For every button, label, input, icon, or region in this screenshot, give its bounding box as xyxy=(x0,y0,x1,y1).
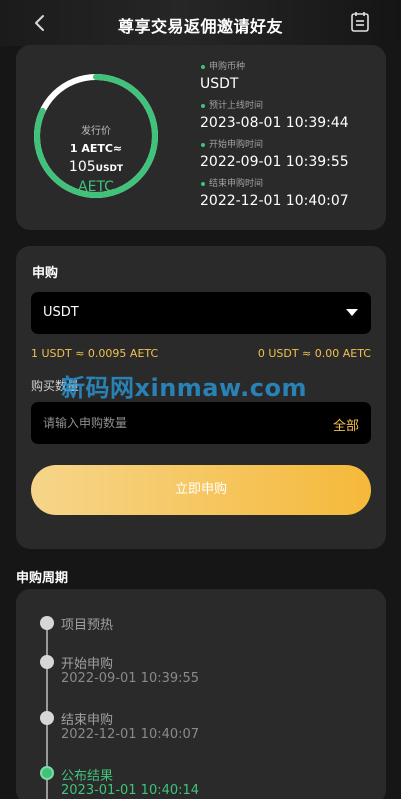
issue-rate-line: 1 AETC≈ xyxy=(69,142,123,155)
exchange-rate-right: 0 USDT ≈ 0.00 AETC xyxy=(257,347,371,360)
info-label: 预计上线时间 xyxy=(200,100,380,112)
timeline-dot xyxy=(40,711,54,725)
quantity-field: 全部 xyxy=(31,402,371,444)
exchange-rate-left: 1 USDT ≈ 0.0095 AETC xyxy=(31,347,159,360)
issue-token-name: AETC xyxy=(78,179,114,195)
info-item-currency: 申购币种 USDT xyxy=(200,61,380,100)
info-item-listing-time: 预计上线时间 2023-08-01 10:39:44 xyxy=(200,100,380,139)
issue-price-label: 发行价 xyxy=(81,126,111,137)
info-label: 申购币种 xyxy=(200,61,380,73)
timeline-dot-active xyxy=(40,766,54,780)
issue-price-value: 105USDT xyxy=(30,159,162,175)
issue-price-block: 发行价 1 AETC≈ 105USDT AETC xyxy=(30,70,162,202)
timeline-item-name: 项目预热 xyxy=(61,618,114,633)
all-button[interactable]: 全部 xyxy=(333,415,359,434)
currency-select[interactable]: USDT xyxy=(31,292,371,334)
timeline-item-date: 2022-12-01 10:40:07 xyxy=(61,727,200,742)
timeline-dot xyxy=(40,655,54,669)
issue-info-card: 发行价 1 AETC≈ 105USDT AETC 申购币种 USDT 预计上线时… xyxy=(16,45,386,230)
issue-price-unit: USDT xyxy=(95,164,124,174)
page-title: 尊享交易返佣邀请好友 xyxy=(117,17,283,36)
info-value: 2023-08-01 10:39:44 xyxy=(200,115,349,131)
record-list-icon[interactable] xyxy=(350,11,370,33)
issue-info-list: 申购币种 USDT 预计上线时间 2023-08-01 10:39:44 开始申… xyxy=(200,61,380,217)
timeline-item-name: 公布结果 xyxy=(61,769,114,784)
timeline-dot xyxy=(40,616,54,630)
subscribe-card: 申购 USDT 1 USDT ≈ 0.0095 AETC 0 USDT ≈ 0.… xyxy=(16,246,386,549)
issue-price-number: 105 xyxy=(68,159,96,175)
info-label: 结束申购时间 xyxy=(200,178,380,190)
info-item-end-time: 结束申购时间 2022-12-01 10:40:07 xyxy=(200,178,380,217)
timeline-item-date: 2023-01-01 10:40:14 xyxy=(61,783,200,798)
timeline-card: 项目预热 开始申购 2022-09-01 10:39:55 结束申购 2022-… xyxy=(16,589,386,799)
info-value: 2022-09-01 10:39:55 xyxy=(200,154,349,170)
timeline-section-title: 申购周期 xyxy=(16,571,69,586)
currency-select-value: USDT xyxy=(43,305,79,320)
timeline-item-name: 结束申购 xyxy=(61,713,114,728)
subscribe-now-button[interactable]: 立即申购 xyxy=(31,465,371,515)
timeline-item-name: 开始申购 xyxy=(61,657,114,672)
info-item-start-time: 开始申购时间 2022-09-01 10:39:55 xyxy=(200,139,380,178)
timeline-item-date: 2022-09-01 10:39:55 xyxy=(61,671,200,686)
quantity-input[interactable] xyxy=(31,402,321,444)
top-bar: 尊享交易返佣邀请好友 xyxy=(0,0,401,46)
info-value: 2022-12-01 10:40:07 xyxy=(200,193,349,209)
subscribe-section-label: 申购 xyxy=(32,266,59,281)
info-label: 开始申购时间 xyxy=(200,139,380,151)
info-value: USDT xyxy=(200,76,239,92)
caret-down-icon xyxy=(346,309,358,316)
watermark-text: 新码网xinmaw.com xyxy=(61,374,307,402)
